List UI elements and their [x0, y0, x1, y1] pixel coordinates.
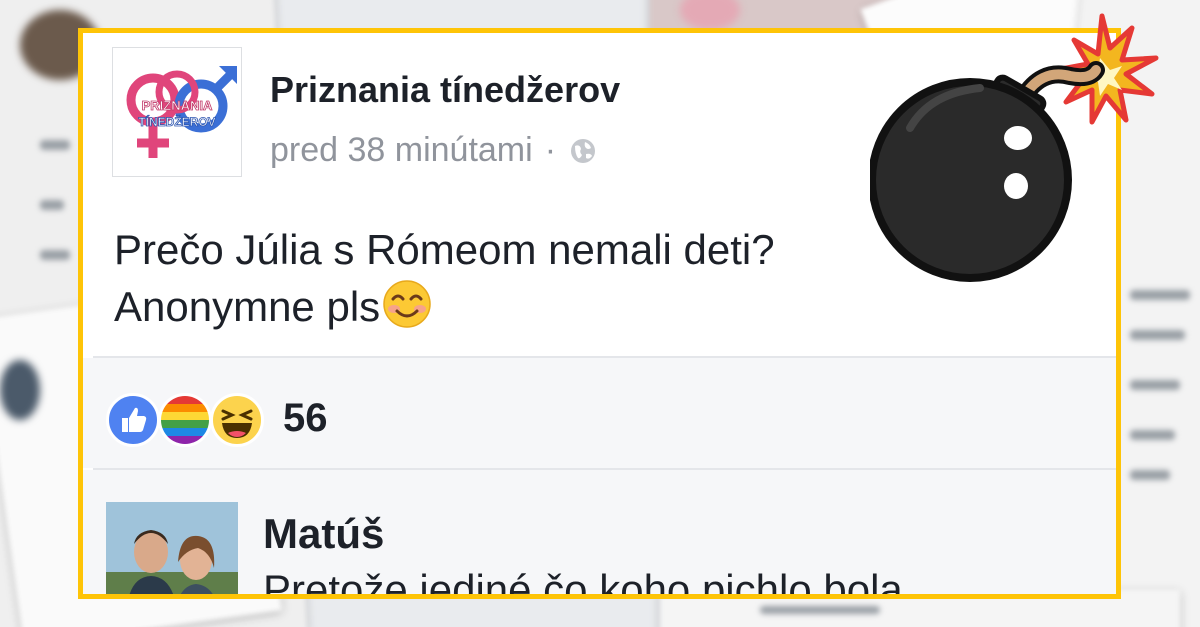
- haha-icon[interactable]: [210, 393, 264, 447]
- gender-symbols-logo-icon: PRIZNANIA TÍNEDŽEROV: [126, 66, 237, 158]
- comment-text: Pretože jediné čo koho pichlo bola: [263, 566, 903, 599]
- svg-text:PRIZNANIA: PRIZNANIA: [142, 98, 213, 113]
- bomb-icon: [870, 13, 1159, 282]
- pride-icon[interactable]: [158, 393, 212, 447]
- background-text: [1130, 330, 1185, 340]
- background-avatar: [0, 360, 40, 420]
- commenter-avatar[interactable]: [106, 502, 238, 594]
- smiling-face-emoji-icon: [383, 280, 431, 328]
- post-timestamp[interactable]: pred 38 minútami: [270, 131, 533, 170]
- background-text: [1130, 430, 1175, 440]
- reaction-count[interactable]: 56: [283, 396, 328, 441]
- page-logo[interactable]: PRIZNANIA TÍNEDŽEROV: [112, 47, 242, 177]
- post-text-line-2: Anonymne pls: [114, 283, 381, 330]
- post-body: Prečo Júlia s Rómeom nemali deti? Anonym…: [114, 221, 775, 335]
- post-text-line: Anonymne pls: [114, 278, 775, 335]
- meta-separator: ·: [544, 131, 557, 169]
- background-text: [40, 250, 70, 260]
- like-icon[interactable]: [106, 393, 160, 447]
- background-text: [1130, 470, 1170, 480]
- post-text-line: Prečo Júlia s Rómeom nemali deti?: [114, 226, 775, 273]
- globe-icon[interactable]: [568, 136, 598, 166]
- comment: Matúš Pretože jediné čo koho pichlo bola: [83, 470, 1116, 594]
- svg-text:TÍNEDŽEROV: TÍNEDŽEROV: [138, 114, 215, 129]
- background-text: [40, 200, 64, 210]
- background-text: [1130, 380, 1180, 390]
- post-meta: pred 38 minútami ·: [270, 131, 598, 170]
- page-name-link[interactable]: Priznania tínedžerov: [270, 69, 620, 111]
- comment-author-link[interactable]: Matúš: [263, 510, 384, 558]
- background-text: [760, 606, 880, 614]
- reactions-bar[interactable]: 56: [83, 358, 1116, 468]
- background-text: [40, 140, 70, 150]
